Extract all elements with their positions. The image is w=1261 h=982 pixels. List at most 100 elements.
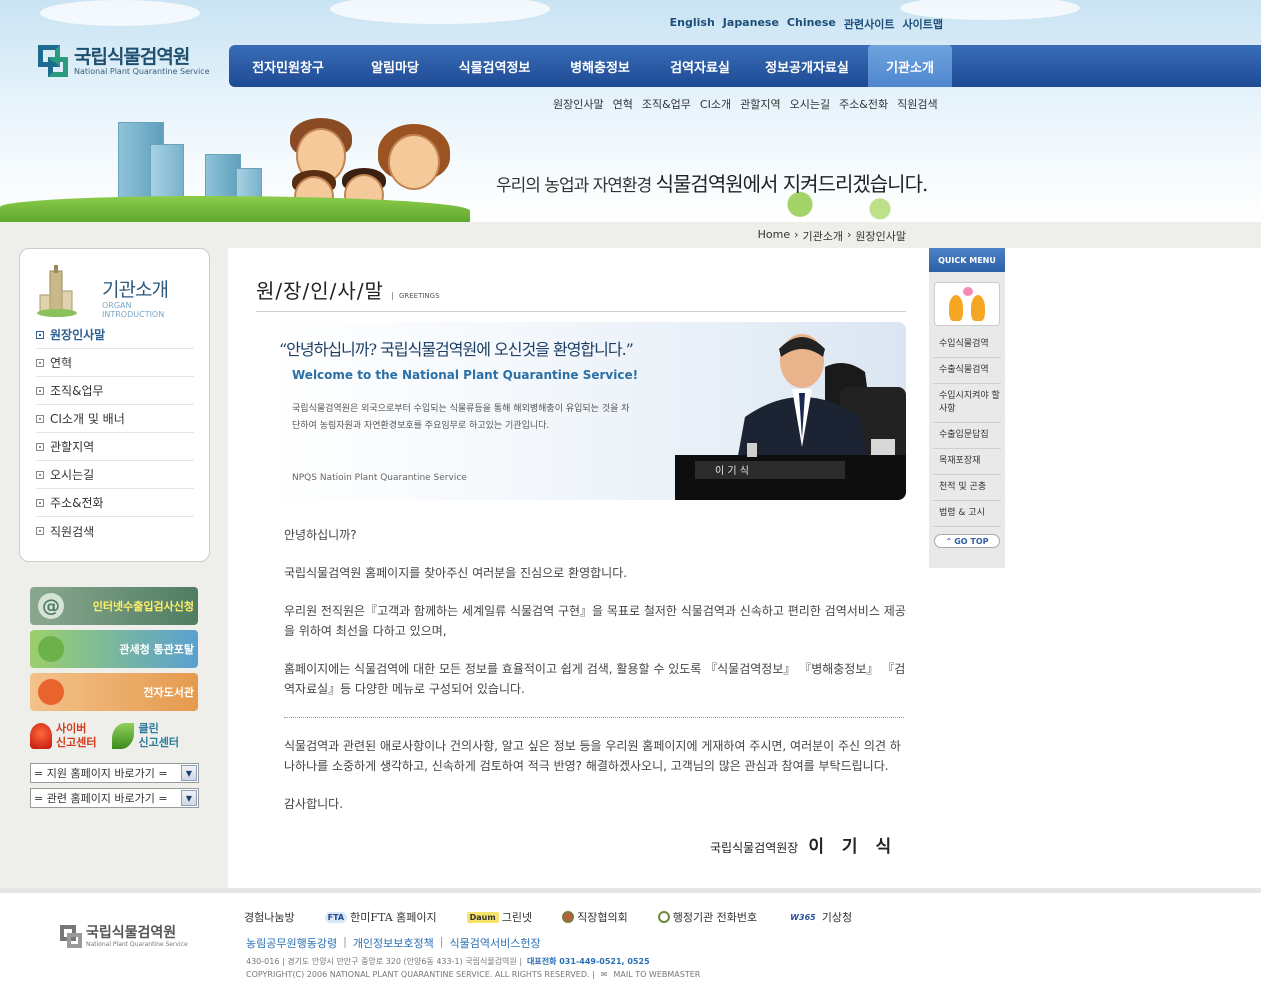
subnav-organization[interactable]: 조직&업무 <box>642 96 691 112</box>
quick-item-wood-packaging[interactable]: 목재포장재 <box>933 449 1001 475</box>
link-related-sites[interactable]: 관련사이트 <box>844 16 895 32</box>
chevron-right-icon: › <box>846 228 852 241</box>
sidebar-item-contact[interactable]: 주소&전화 <box>36 489 194 517</box>
quick-item-faq[interactable]: 수출입문답집 <box>933 423 1001 449</box>
sidebar-item-label: CI소개 및 배너 <box>50 412 125 426</box>
go-top-button[interactable]: ⌃ GO TOP <box>934 534 1000 548</box>
breadcrumb-strip: Home › 기관소개 › 원장인사말 <box>228 222 1261 248</box>
footer-link-weather[interactable]: W365 기상청 <box>787 909 852 925</box>
footer-link-label: 기상청 <box>821 911 853 924</box>
sidebar-item-greeting[interactable]: 원장인사말 <box>36 321 194 349</box>
cloud-decoration <box>330 0 550 24</box>
quick-item-import-notes[interactable]: 수입시지켜야 할 사항 <box>933 384 1001 423</box>
link-chinese[interactable]: Chinese <box>787 16 836 32</box>
gnb-item-public-info[interactable]: 정보공개자료실 <box>746 45 868 87</box>
quick-item-laws[interactable]: 법령 & 고시 <box>933 501 1001 527</box>
bullet-icon <box>36 498 44 507</box>
go-top-label: GO TOP <box>954 536 989 546</box>
breadcrumb-home[interactable]: Home <box>758 228 790 244</box>
address-text: 430-016 | 경기도 안양시 만안구 중앙로 320 (안양6동 433-… <box>246 957 523 966</box>
quick-menu: QUICK MENU 수입식물검역 수출식물검역 수입시지켜야 할 사항 수출입… <box>929 248 1005 568</box>
footer-link-greennet[interactable]: Daum 그린넷 <box>466 909 533 925</box>
footer-link-fta[interactable]: FTA 한미FTA 홈페이지 <box>324 909 437 925</box>
subnav-jurisdiction[interactable]: 관할지역 <box>740 96 780 112</box>
select-value: = 지원 홈페이지 바로가기 = <box>34 767 168 780</box>
svg-text:이 기 식: 이 기 식 <box>715 465 749 477</box>
mail-icon: ✉ <box>600 970 608 979</box>
banner-e-library[interactable]: 전자도서관 <box>30 673 198 711</box>
sidebar-item-staff-search[interactable]: 직원검색 <box>36 517 194 545</box>
gnb-item-civil-service[interactable]: 전자민원창구 <box>229 45 347 87</box>
sidebar-item-directions[interactable]: 오시는길 <box>36 461 194 489</box>
banner-customs-portal[interactable]: 관세청 통관포탈 <box>30 630 198 668</box>
council-icon <box>562 911 575 923</box>
sidebar-item-history[interactable]: 연혁 <box>36 349 194 377</box>
subnav-contact[interactable]: 주소&전화 <box>839 96 888 112</box>
clean-report-center[interactable]: 클린 신고센터 <box>112 722 179 750</box>
banner-welcome: Welcome to the National Plant Quarantine… <box>292 368 639 382</box>
sidebar-title: 기관소개 <box>102 279 169 301</box>
gnb-item-about[interactable]: 기관소개 <box>868 45 952 87</box>
footer-copyright: COPYRIGHT(C) 2006 NATIONAL PLANT QUARANT… <box>246 970 700 979</box>
subnav-greeting[interactable]: 원장인사말 <box>553 96 604 112</box>
link-japanese[interactable]: Japanese <box>723 16 779 32</box>
sidebar-item-label: 관할지역 <box>50 440 95 454</box>
site-footer: 국립식물검역원 National Plant Quarantine Servic… <box>0 888 1261 982</box>
gnb-item-notice[interactable]: 알림마당 <box>347 45 443 87</box>
link-english[interactable]: English <box>670 16 715 32</box>
sidebar-item-ci-banner[interactable]: CI소개 및 배너 <box>36 405 194 433</box>
tower-icon <box>37 265 77 317</box>
director-photo: 이 기 식 <box>675 334 906 500</box>
footer-logo: 국립식물검역원 National Plant Quarantine Servic… <box>60 925 188 949</box>
subnav-ci[interactable]: CI소개 <box>700 96 731 112</box>
bullet-icon <box>36 470 44 479</box>
support-sites-select[interactable]: = 지원 홈페이지 바로가기 = ▼ <box>30 763 199 783</box>
cyber-label-2: 신고센터 <box>56 736 97 749</box>
footer-link-label: 그린넷 <box>501 911 533 924</box>
related-sites-select[interactable]: = 관련 홈페이지 바로가기 = ▼ <box>30 788 199 808</box>
subnav-staff-search[interactable]: 직원검색 <box>897 96 937 112</box>
footer-banner-links: 경험나눔방 FTA 한미FTA 홈페이지 Daum 그린넷 직장협의회 행정기관 전… <box>244 909 852 925</box>
quick-item-import-quarantine[interactable]: 수입식물검역 <box>933 332 1001 358</box>
footer-link-experience[interactable]: 경험나눔방 <box>244 909 295 925</box>
quick-item-export-quarantine[interactable]: 수출식물검역 <box>933 358 1001 384</box>
gnb-item-pest-info[interactable]: 병해충정보 <box>546 45 654 87</box>
footer-link-phone[interactable]: 행정기관 전화번호 <box>657 909 757 925</box>
banner-description: 국립식물검역원은 외국으로부터 수입되는 식물류등을 통해 해외병해충이 유입되… <box>292 404 630 431</box>
arrow-up-icon: ⌃ <box>945 536 953 546</box>
subnav-directions[interactable]: 오시는길 <box>790 96 830 112</box>
mail-to-webmaster[interactable]: MAIL TO WEBMASTER <box>613 970 700 979</box>
site-header: 국립식물검역원 National Plant Quarantine Servic… <box>0 0 1261 222</box>
separator: | <box>343 935 347 948</box>
footer-link-council[interactable]: 직장협의회 <box>562 909 628 925</box>
policy-service-charter[interactable]: 식물검역서비스헌장 <box>450 935 541 951</box>
link-sitemap[interactable]: 사이트맵 <box>903 16 943 32</box>
breadcrumb-section[interactable]: 기관소개 <box>803 228 843 244</box>
gnb-item-quarantine-info[interactable]: 식물검역정보 <box>443 45 546 87</box>
book-icon <box>38 679 64 705</box>
breadcrumb: Home › 기관소개 › 원장인사말 <box>758 228 906 244</box>
top-utility-links: English Japanese Chinese 관련사이트 사이트맵 <box>670 16 943 32</box>
greeting-paragraph: 식물검역과 관련된 애로사항이나 건의사항, 알고 싶은 정보 등을 우리원 홈… <box>284 739 901 773</box>
slogan-main: 식물검역원에서 지켜드리겠습니다. <box>655 172 929 196</box>
sidebar-item-jurisdiction[interactable]: 관할지역 <box>36 433 194 461</box>
cyber-report-center[interactable]: 사이버 신고센터 <box>30 722 96 750</box>
chevron-down-icon[interactable]: ▼ <box>181 790 197 806</box>
copyright-text: COPYRIGHT(C) 2006 NATIONAL PLANT QUARANT… <box>246 970 595 979</box>
banner-label: 관세청 통관포탈 <box>119 643 194 656</box>
quick-item-natural-enemies[interactable]: 천적 및 곤충 <box>933 475 1001 501</box>
daum-icon: Daum <box>466 911 499 923</box>
banner-internet-inspection[interactable]: @ 인터넷수출입검사신청 <box>30 587 198 625</box>
logo-mark-icon <box>60 925 82 949</box>
policy-privacy[interactable]: 개인정보보호정책 <box>353 935 434 951</box>
select-value: = 관련 홈페이지 바로가기 = <box>34 792 168 805</box>
sidebar-item-organization[interactable]: 조직&업무 <box>36 377 194 405</box>
site-logo[interactable]: 국립식물검역원 National Plant Quarantine Servic… <box>38 45 210 79</box>
chevron-down-icon[interactable]: ▼ <box>181 765 197 781</box>
header-slogan: 우리의 농업과 자연환경 식물검역원에서 지켜드리겠습니다. <box>496 168 929 197</box>
breadcrumb-current: 원장인사말 <box>855 230 906 243</box>
policy-code-of-conduct[interactable]: 농림공무원행동강령 <box>246 935 337 951</box>
gnb-item-archive[interactable]: 검역자료실 <box>654 45 746 87</box>
subnav-history[interactable]: 연혁 <box>613 96 633 112</box>
ladybug-icon <box>38 636 64 662</box>
